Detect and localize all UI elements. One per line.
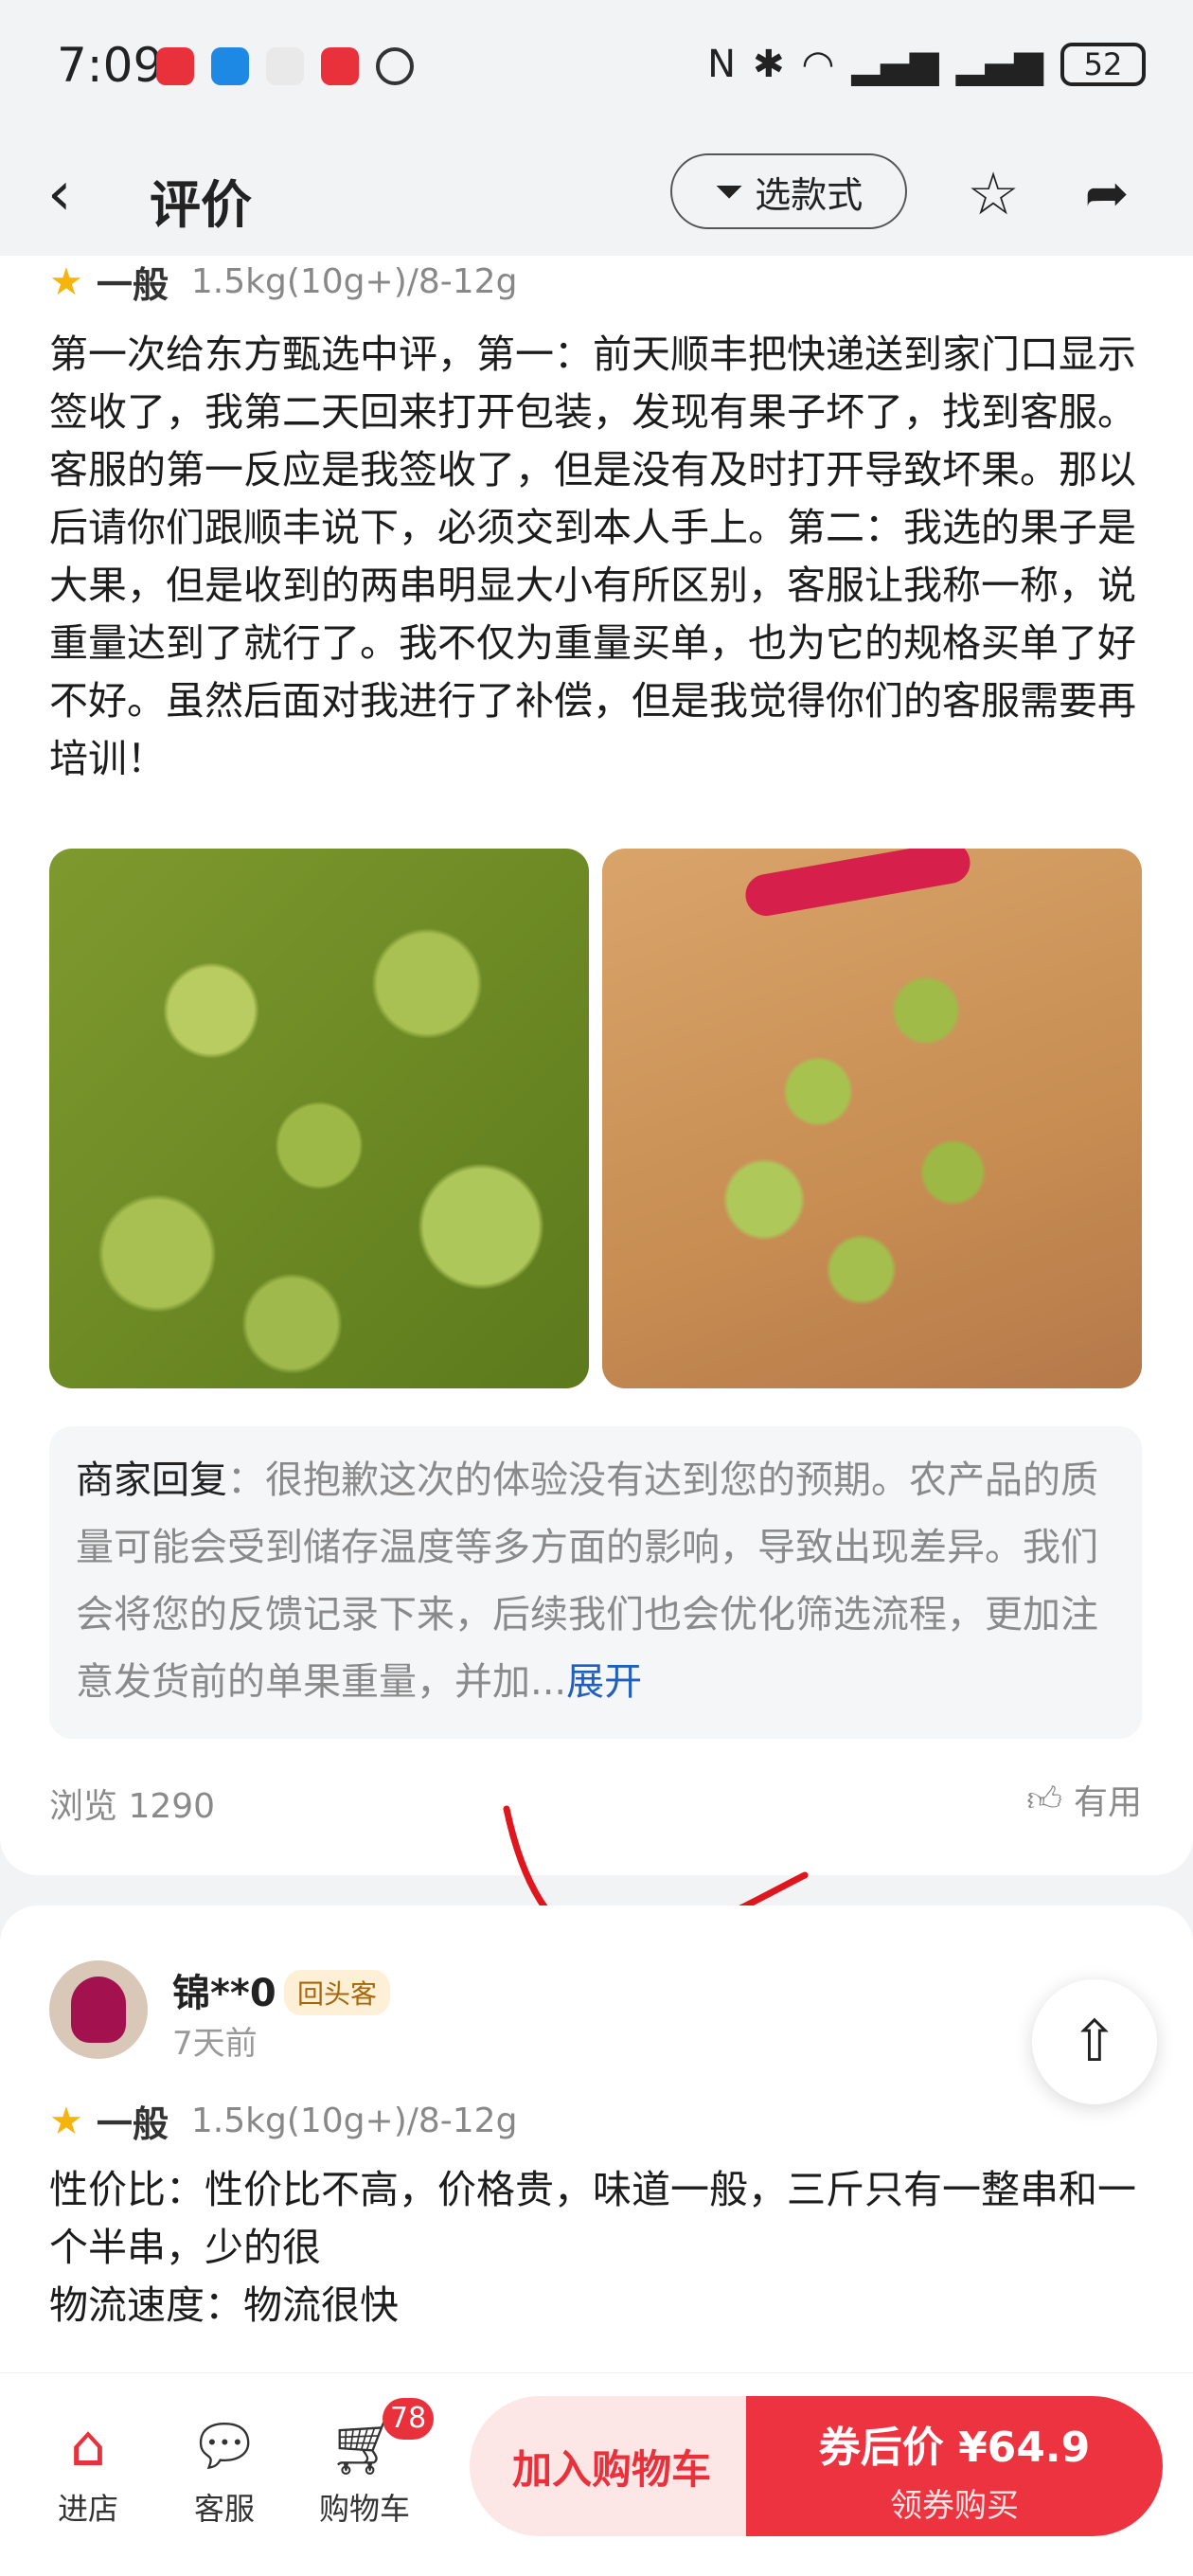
review-card: ★ 一般 1.5kg(10g+)/8-12g 第一次给东方甄选中评，第一：前天顺… <box>0 256 1193 1875</box>
system-indicators: N ✱ ◠ ▂▄▆ ▂▄▆ 52 <box>707 43 1146 86</box>
scroll-to-top-icon[interactable]: ⇧ <box>1032 1979 1157 2104</box>
star-face-icon: ★ <box>49 259 83 304</box>
review-line: 物流速度：物流很快 <box>49 2282 399 2328</box>
battery-level: 52 <box>1083 46 1123 82</box>
filter-icon: ⏷ <box>714 170 744 212</box>
rating-level: 一般 <box>96 2103 169 2145</box>
share-icon[interactable]: ➦ <box>1074 161 1140 227</box>
buy-button[interactable]: 券后价 ¥64.9 领券购买 <box>746 2396 1163 2536</box>
customer-service-button[interactable]: 💬︎ 客服 <box>163 2411 286 2529</box>
expand-link[interactable]: 展开 <box>566 1660 642 1704</box>
wifi-icon: ◠ <box>801 43 835 86</box>
store-label: 进店 <box>57 2491 118 2527</box>
merchant-reply[interactable]: 商家回复：很抱歉这次的体验没有达到您的预期。农产品的质量可能会受到储存温度等多方… <box>49 1426 1142 1739</box>
service-label: 客服 <box>193 2491 255 2527</box>
rating-row: ★ 一般 1.5kg(10g+)/8-12g <box>49 2095 517 2147</box>
username: 锦**0 <box>172 1972 276 2015</box>
cart-count-badge: 78 <box>383 2398 435 2440</box>
star-face-icon: ★ <box>49 2099 83 2143</box>
filter-label: 选款式 <box>755 173 864 216</box>
store-icon: ⌂ <box>69 2413 107 2479</box>
review-time: 7天前 <box>172 2025 258 2063</box>
app-notification-icon <box>321 47 359 85</box>
repeat-customer-badge: 回头客 <box>284 1970 391 2015</box>
eye-icon <box>376 47 414 85</box>
signal-icon: ▂▄▆ <box>851 43 939 86</box>
avatar-figure <box>71 1977 126 2043</box>
signal-icon: ▂▄▆ <box>955 43 1043 86</box>
cart-label: 购物车 <box>318 2491 410 2527</box>
chat-icon: 💬︎ <box>187 2413 261 2479</box>
clock: 7:09 <box>57 38 164 93</box>
star-icon[interactable]: ☆ <box>960 161 1026 227</box>
thumbs-up-icon: 👍︎ <box>1026 1780 1062 1819</box>
avatar[interactable] <box>49 1960 148 2059</box>
useful-button[interactable]: 👍︎ 有用 <box>1026 1775 1142 1824</box>
coupon-price: 券后价 ¥64.9 <box>818 2424 1091 2472</box>
view-count: 浏览 1290 <box>49 1787 216 1826</box>
status-bar: 7:09 N ✱ ◠ ▂▄▆ ▂▄▆ 52 <box>0 0 1193 133</box>
rating-row: ★ 一般 1.5kg(10g+)/8-12g <box>49 256 517 308</box>
nfc-icon: N <box>707 43 736 86</box>
review-photo[interactable] <box>602 849 1142 1388</box>
bottom-bar: ⌂ 进店 💬︎ 客服 🛒︎ 购物车 78 加入购物车 券后价 ¥64.9 领券购… <box>0 2372 1193 2576</box>
product-spec: 1.5kg(10g+)/8-12g <box>190 2102 518 2140</box>
carrier-notification-icon <box>266 47 304 85</box>
buy-label: 领券购买 <box>890 2487 1019 2525</box>
store-button[interactable]: ⌂ 进店 <box>27 2411 150 2529</box>
product-spec: 1.5kg(10g+)/8-12g <box>190 262 518 301</box>
review-text: 第一次给东方甄选中评，第一：前天顺丰把快递送到家门口显示签收了，我第二天回来打开… <box>49 331 1136 781</box>
useful-label: 有用 <box>1073 1783 1142 1822</box>
header: ‹ 评价 ⏷ 选款式 ☆ ➦ <box>0 133 1193 256</box>
filter-button[interactable]: ⏷ 选款式 <box>670 153 907 229</box>
photo-detail <box>742 849 973 920</box>
app-notification-icon <box>156 47 194 85</box>
review-text: 性价比：性价比不高，价格贵，味道一般，三斤只有一整串和一个半串，少的很 物流速度… <box>49 2161 1148 2334</box>
review-line: 性价比：性价比不高，价格贵，味道一般，三斤只有一整串和一个半串，少的很 <box>49 2167 1136 2270</box>
notification-icons <box>156 47 414 85</box>
battery-icon: 52 <box>1060 43 1146 86</box>
back-icon[interactable]: ‹ <box>47 161 114 227</box>
rating-level: 一般 <box>96 264 169 306</box>
bluetooth-icon: ✱ <box>752 43 785 86</box>
reply-label: 商家回复 <box>76 1458 227 1502</box>
page-title: 评价 <box>150 175 252 235</box>
message-notification-icon <box>211 47 249 85</box>
review-photo[interactable] <box>49 849 589 1388</box>
review-card: 锦**0 回头客 7天前 ••• ★ 一般 1.5kg(10g+)/8-12g … <box>0 1905 1193 2398</box>
add-to-cart-button[interactable]: 加入购物车 <box>470 2396 754 2536</box>
